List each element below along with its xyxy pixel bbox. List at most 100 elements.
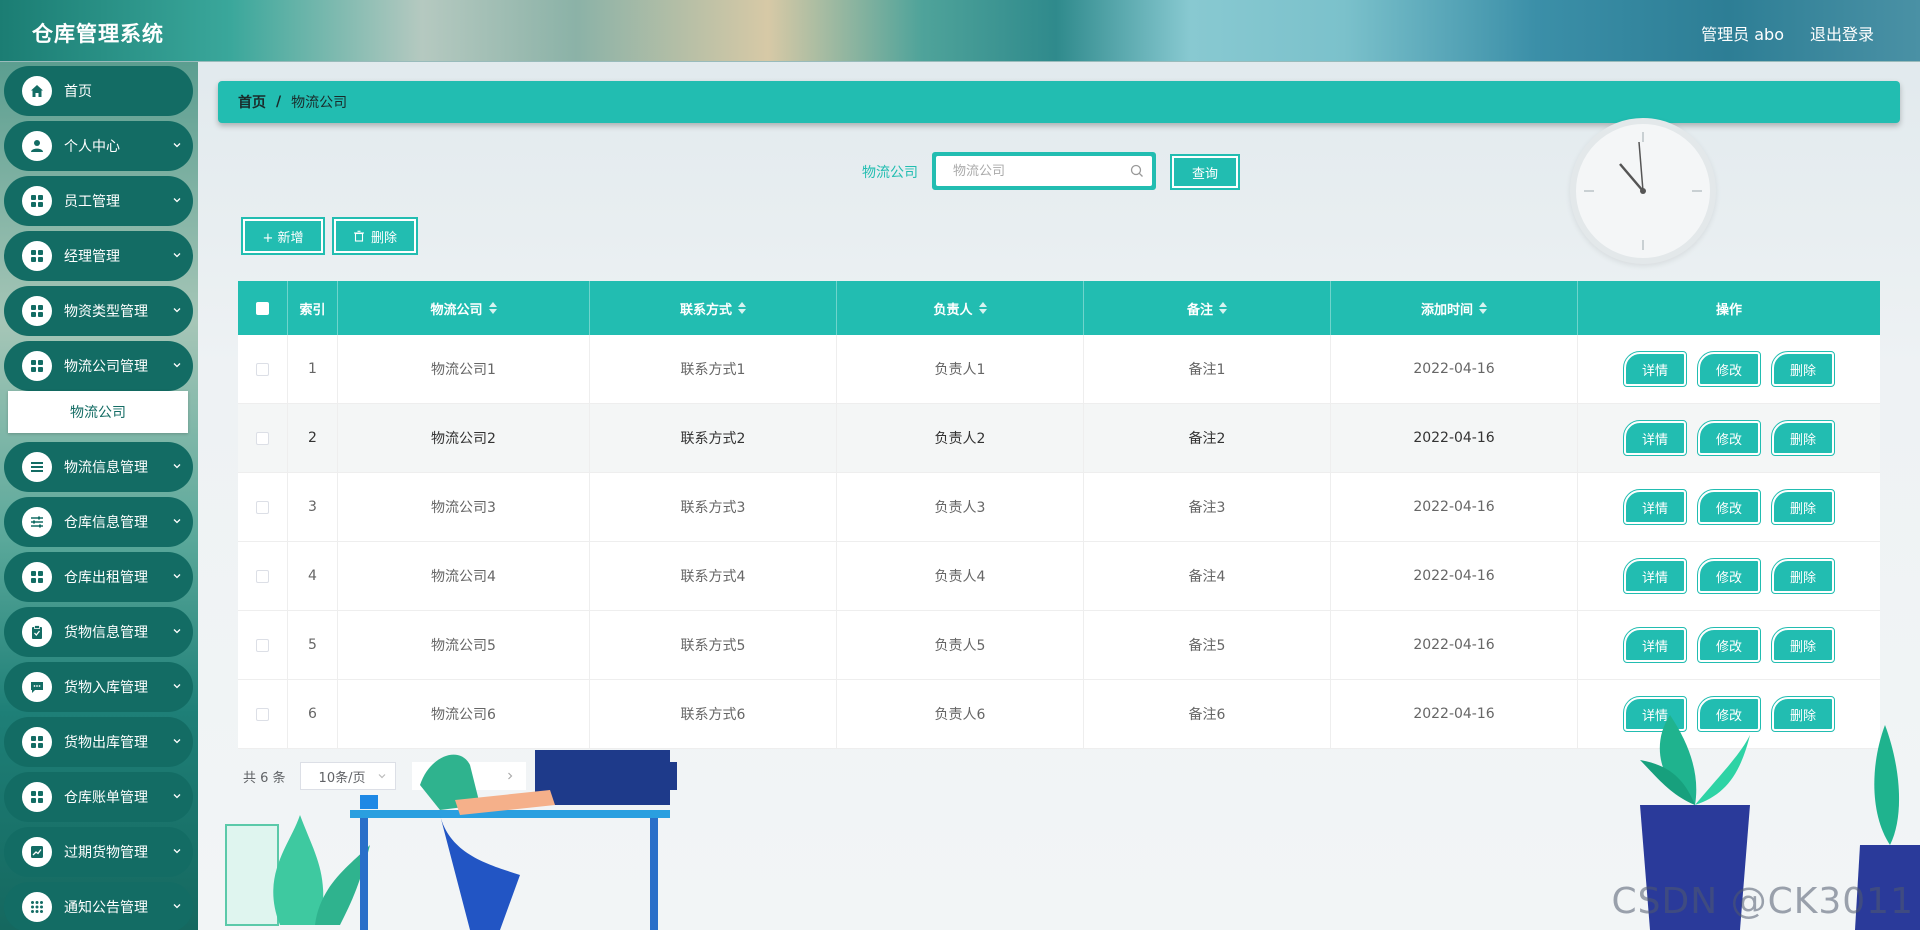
search-icon bbox=[1130, 164, 1143, 177]
cell-company: 物流公司4 bbox=[338, 542, 590, 610]
select-all-checkbox[interactable] bbox=[256, 301, 269, 315]
header-company[interactable]: 物流公司 bbox=[338, 281, 590, 335]
cell-note: 备注1 bbox=[1084, 335, 1331, 403]
sidebar-item-3[interactable]: 经理管理 bbox=[4, 231, 193, 281]
search-input[interactable] bbox=[936, 156, 1152, 186]
sidebar-item-6[interactable]: 物流信息管理 bbox=[4, 442, 193, 492]
cell-contact: 联系方式5 bbox=[590, 611, 837, 679]
chevron-down-icon bbox=[173, 143, 181, 148]
detail-button[interactable]: 详情 bbox=[1623, 351, 1687, 387]
logout-button[interactable]: 退出登录 bbox=[1810, 21, 1874, 45]
cell-index: 6 bbox=[288, 680, 338, 748]
detail-button[interactable]: 详情 bbox=[1623, 627, 1687, 663]
delete-button[interactable]: 删除 bbox=[1771, 351, 1835, 387]
edit-button[interactable]: 修改 bbox=[1697, 351, 1761, 387]
sidebar: 首页 个人中心 员工管理 经理管理 物资类型管理 物流公司管理 物流信息管理 仓库信息管理 仓库… bbox=[0, 62, 198, 930]
cell-note: 备注3 bbox=[1084, 473, 1331, 541]
sidebar-item-label: 过期货物管理 bbox=[64, 845, 148, 861]
edit-button[interactable]: 修改 bbox=[1697, 627, 1761, 663]
delete-button[interactable]: 删除 bbox=[1771, 627, 1835, 663]
sort-icon bbox=[738, 302, 746, 314]
cell-manager: 负责人6 bbox=[837, 680, 1084, 748]
delete-button[interactable]: 删除 bbox=[1771, 420, 1835, 456]
sidebar-item-label: 仓库出租管理 bbox=[64, 570, 148, 586]
table-row: 2 物流公司2 联系方式2 负责人2 备注2 2022-04-16 详情 修改 删除 bbox=[238, 404, 1880, 473]
add-button[interactable]: + 新增 bbox=[241, 217, 325, 255]
cell-actions: 详情 修改 删除 bbox=[1578, 542, 1880, 610]
row-checkbox[interactable] bbox=[256, 362, 269, 376]
grid-icon bbox=[22, 562, 52, 592]
sliders-icon bbox=[22, 507, 52, 537]
chevron-down-icon bbox=[173, 904, 181, 909]
chat-icon bbox=[22, 672, 52, 702]
batch-delete-label: 删除 bbox=[370, 230, 397, 246]
sidebar-item-4[interactable]: 物资类型管理 bbox=[4, 286, 193, 336]
sort-icon bbox=[1219, 302, 1227, 314]
header-manager[interactable]: 负责人 bbox=[837, 281, 1084, 335]
sidebar-item-7[interactable]: 仓库信息管理 bbox=[4, 497, 193, 547]
cell-date: 2022-04-16 bbox=[1331, 611, 1578, 679]
sidebar-item-label: 通知公告管理 bbox=[64, 900, 148, 916]
sidebar-item-8[interactable]: 仓库出租管理 bbox=[4, 552, 193, 602]
sidebar-item-0[interactable]: 首页 bbox=[4, 66, 193, 116]
chevron-down-icon bbox=[173, 519, 181, 524]
row-checkbox[interactable] bbox=[256, 431, 269, 445]
breadcrumb: 首页 / 物流公司 bbox=[218, 81, 1900, 123]
row-checkbox[interactable] bbox=[256, 707, 269, 721]
cell-date: 2022-04-16 bbox=[1331, 404, 1578, 472]
chevron-down-icon bbox=[173, 363, 181, 368]
edit-button[interactable]: 修改 bbox=[1697, 558, 1761, 594]
breadcrumb-home[interactable]: 首页 bbox=[238, 92, 266, 112]
cell-contact: 联系方式2 bbox=[590, 404, 837, 472]
sidebar-item-label: 仓库信息管理 bbox=[64, 515, 148, 531]
sidebar-item-1[interactable]: 个人中心 bbox=[4, 121, 193, 171]
edit-button[interactable]: 修改 bbox=[1697, 420, 1761, 456]
cell-contact: 联系方式1 bbox=[590, 335, 837, 403]
sidebar-item-2[interactable]: 员工管理 bbox=[4, 176, 193, 226]
row-select-cell bbox=[238, 542, 288, 610]
row-checkbox[interactable] bbox=[256, 569, 269, 583]
dots-grid-icon bbox=[22, 892, 52, 922]
query-button[interactable]: 查询 bbox=[1170, 154, 1240, 190]
table-row: 5 物流公司5 联系方式5 负责人5 备注5 2022-04-16 详情 修改 删除 bbox=[238, 611, 1880, 680]
cell-index: 1 bbox=[288, 335, 338, 403]
sidebar-item-13[interactable]: 过期货物管理 bbox=[4, 827, 193, 877]
cell-company: 物流公司1 bbox=[338, 335, 590, 403]
sidebar-item-11[interactable]: 货物出库管理 bbox=[4, 717, 193, 767]
delete-button[interactable]: 删除 bbox=[1771, 558, 1835, 594]
row-checkbox[interactable] bbox=[256, 500, 269, 514]
chevron-down-icon bbox=[173, 739, 181, 744]
cell-date: 2022-04-16 bbox=[1331, 473, 1578, 541]
sidebar-subitem-active[interactable]: 物流公司 bbox=[8, 391, 188, 433]
row-checkbox[interactable] bbox=[256, 638, 269, 652]
header-actions: 操作 bbox=[1715, 302, 1742, 318]
sidebar-item-10[interactable]: 货物入库管理 bbox=[4, 662, 193, 712]
detail-button[interactable]: 详情 bbox=[1623, 558, 1687, 594]
search-box bbox=[932, 152, 1156, 190]
header-date[interactable]: 添加时间 bbox=[1331, 281, 1578, 335]
cell-note: 备注5 bbox=[1084, 611, 1331, 679]
header-contact[interactable]: 联系方式 bbox=[590, 281, 837, 335]
sidebar-item-label: 首页 bbox=[64, 84, 92, 100]
app-title: 仓库管理系统 bbox=[32, 22, 164, 46]
cell-date: 2022-04-16 bbox=[1331, 542, 1578, 610]
cell-manager: 负责人2 bbox=[837, 404, 1084, 472]
delete-button[interactable]: 删除 bbox=[1771, 489, 1835, 525]
header-note[interactable]: 备注 bbox=[1084, 281, 1331, 335]
cell-actions: 详情 修改 删除 bbox=[1578, 335, 1880, 403]
cell-actions: 详情 修改 删除 bbox=[1578, 611, 1880, 679]
detail-button[interactable]: 详情 bbox=[1623, 420, 1687, 456]
sidebar-item-14[interactable]: 通知公告管理 bbox=[4, 882, 193, 930]
breadcrumb-current: 物流公司 bbox=[291, 95, 348, 111]
sidebar-item-12[interactable]: 仓库账单管理 bbox=[4, 772, 193, 822]
sidebar-item-9[interactable]: 货物信息管理 bbox=[4, 607, 193, 657]
clock-illustration bbox=[1570, 118, 1716, 264]
batch-delete-button[interactable]: 删除 bbox=[332, 217, 418, 255]
sidebar-item-5[interactable]: 物流公司管理 bbox=[4, 341, 193, 391]
detail-button[interactable]: 详情 bbox=[1623, 489, 1687, 525]
edit-button[interactable]: 修改 bbox=[1697, 489, 1761, 525]
sidebar-item-label: 物流信息管理 bbox=[64, 460, 148, 476]
row-select-cell bbox=[238, 335, 288, 403]
cell-manager: 负责人4 bbox=[837, 542, 1084, 610]
row-select-cell bbox=[238, 680, 288, 748]
